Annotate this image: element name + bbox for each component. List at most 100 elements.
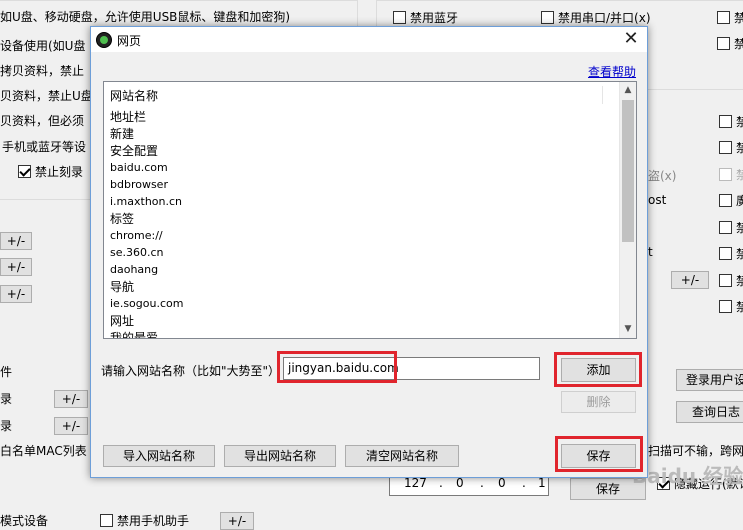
ip-octet-4: 1 — [538, 476, 546, 490]
right-checkbox-2[interactable]: 禁 — [717, 35, 743, 52]
dialog-title: 网页 — [117, 34, 142, 48]
bg-frag-x: 盗(x) — [648, 169, 677, 183]
plusminus-button-right[interactable]: +/- — [671, 271, 709, 289]
plusminus-button-1[interactable]: +/- — [0, 232, 32, 250]
export-sites-button[interactable]: 导出网站名称 — [224, 445, 336, 467]
right-checkbox-4[interactable]: 禁 — [719, 139, 743, 156]
bg-bottom-partial: 模式设备 — [0, 514, 49, 528]
disable-phone-assistant-checkbox[interactable]: 禁用手机助手 — [100, 512, 189, 529]
list-item[interactable]: ie.sogou.com — [110, 296, 183, 312]
list-item[interactable]: i.maxthon.cn — [110, 194, 182, 210]
right-checkbox-7-label: 禁 — [736, 221, 743, 235]
close-icon[interactable]: ✕ — [619, 28, 643, 50]
baidu-watermark: Baidu 经验 — [632, 464, 743, 488]
bg-frag-t: t — [648, 245, 653, 259]
scroll-down-icon[interactable]: ▼ — [620, 321, 636, 338]
checkbox-icon — [719, 115, 732, 128]
disable-phone-assistant-label: 禁用手机助手 — [117, 514, 190, 528]
ip-dot-2: . — [480, 476, 484, 490]
list-item[interactable]: daohang — [110, 262, 158, 278]
scan-hint-text: 扫描可不输，跨网段 — [648, 444, 743, 458]
bg-left-line-6: 手机或蓝牙等设 — [2, 140, 87, 154]
list-item[interactable]: se.360.cn — [110, 245, 164, 261]
list-item[interactable]: baidu.com — [110, 160, 168, 176]
right-checkbox-10[interactable]: 禁 — [719, 298, 743, 315]
query-log-button[interactable]: 查询日志 — [676, 401, 743, 423]
list-item[interactable]: 标签 — [110, 211, 134, 227]
right-checkbox-2-label: 禁 — [734, 37, 743, 51]
vertical-scrollbar[interactable]: ▲ ▼ — [619, 82, 636, 338]
bg-frag-lu-2: 录 — [0, 419, 13, 433]
right-checkbox-5-label: 禁 — [736, 168, 743, 182]
ip-dot-3: . — [522, 476, 526, 490]
bg-left-line-5: 贝资料，但必须 — [0, 114, 85, 128]
dialog-titlebar: 网页 ✕ — [91, 27, 647, 52]
checkbox-icon — [719, 247, 732, 260]
disable-burn-checkbox[interactable]: 禁止刻录 — [18, 163, 83, 180]
disable-burn-label: 禁止刻录 — [35, 165, 84, 179]
ip-octet-3: 0 — [498, 476, 506, 490]
right-checkbox-10-label: 禁 — [736, 300, 743, 314]
checkbox-icon — [100, 514, 113, 527]
delete-button[interactable]: 删除 — [561, 391, 636, 413]
scroll-up-icon[interactable]: ▲ — [620, 82, 636, 99]
app-icon — [96, 32, 112, 48]
ip-octet-1: 127 — [404, 476, 427, 490]
right-checkbox-8[interactable]: 禁 — [719, 245, 743, 262]
list-item[interactable]: bdbrowser — [110, 177, 168, 193]
right-checkbox-6[interactable]: 廣 — [719, 192, 743, 209]
list-item[interactable]: 地址栏 — [110, 109, 146, 125]
bg-left-line-1: 如U盘、移动硬盘，允许使用USB鼠标、键盘和加密狗) — [0, 10, 291, 24]
list-item[interactable]: 安全配置 — [110, 143, 158, 159]
bg-frag-lu-1: 录 — [0, 392, 13, 406]
disable-serial-checkbox[interactable]: 禁用串口/并口(x) — [541, 9, 651, 26]
bg-left-line-2: 设备使用(如U盘 — [0, 39, 86, 53]
website-dialog: 网页 ✕ 查看帮助 网站名称 地址栏 新建 安全配置 baidu.com bdb… — [90, 26, 648, 478]
highlight-box-save — [555, 436, 643, 472]
right-checkbox-3[interactable]: 禁 — [719, 113, 743, 130]
right-checkbox-9[interactable]: 禁 — [719, 272, 743, 289]
list-header: 网站名称 — [110, 89, 159, 103]
checkbox-icon — [717, 37, 730, 50]
right-checkbox-8-label: 禁 — [736, 247, 743, 261]
disable-serial-label: 禁用串口/并口(x) — [558, 11, 651, 25]
website-listbox[interactable]: 网站名称 地址栏 新建 安全配置 baidu.com bdbrowser i.m… — [103, 81, 637, 339]
import-sites-button[interactable]: 导入网站名称 — [103, 445, 215, 467]
bg-left-line-4: 贝资料，禁止U盘 — [0, 89, 93, 103]
list-item[interactable]: 新建 — [110, 126, 134, 142]
right-checkbox-9-label: 禁 — [736, 274, 743, 288]
right-checkbox-6-label: 廣 — [736, 194, 743, 208]
highlight-box-input — [277, 351, 397, 383]
right-checkbox-5[interactable]: 禁 — [719, 166, 743, 183]
list-item[interactable]: 我的最爱 — [110, 330, 158, 338]
plusminus-button-2[interactable]: +/- — [0, 258, 32, 276]
list-item[interactable]: 网址 — [110, 313, 134, 329]
login-user-settings-button[interactable]: 登录用户设 — [676, 369, 743, 391]
right-checkbox-1-label: 禁 — [734, 11, 743, 25]
plusminus-button-6[interactable]: +/- — [220, 512, 254, 530]
checkbox-icon — [541, 11, 554, 24]
checkbox-icon — [719, 274, 732, 287]
right-checkbox-7[interactable]: 禁 — [719, 219, 743, 236]
disable-bluetooth-label: 禁用蓝牙 — [410, 11, 459, 25]
bg-frag-ost: ost — [648, 193, 667, 207]
checkbox-icon — [719, 141, 732, 154]
clear-sites-button[interactable]: 清空网站名称 — [345, 445, 459, 467]
highlight-box-add — [554, 352, 642, 387]
plusminus-button-4[interactable]: +/- — [54, 390, 88, 408]
right-checkbox-4-label: 禁 — [736, 141, 743, 155]
checkbox-icon — [719, 221, 732, 234]
scroll-thumb[interactable] — [622, 100, 634, 242]
list-item[interactable]: chrome:// — [110, 228, 163, 244]
right-checkbox-1[interactable]: 禁 — [717, 9, 743, 26]
plusminus-button-5[interactable]: +/- — [54, 417, 88, 435]
plusminus-button-3[interactable]: +/- — [0, 285, 32, 303]
disable-bluetooth-checkbox[interactable]: 禁用蓝牙 — [393, 9, 458, 26]
column-divider[interactable] — [602, 86, 603, 104]
checkbox-icon — [719, 194, 732, 207]
list-item[interactable]: 导航 — [110, 279, 134, 295]
checkbox-icon — [18, 165, 31, 178]
help-link[interactable]: 查看帮助 — [588, 63, 636, 80]
checkbox-icon — [719, 300, 732, 313]
ip-octet-2: 0 — [456, 476, 464, 490]
